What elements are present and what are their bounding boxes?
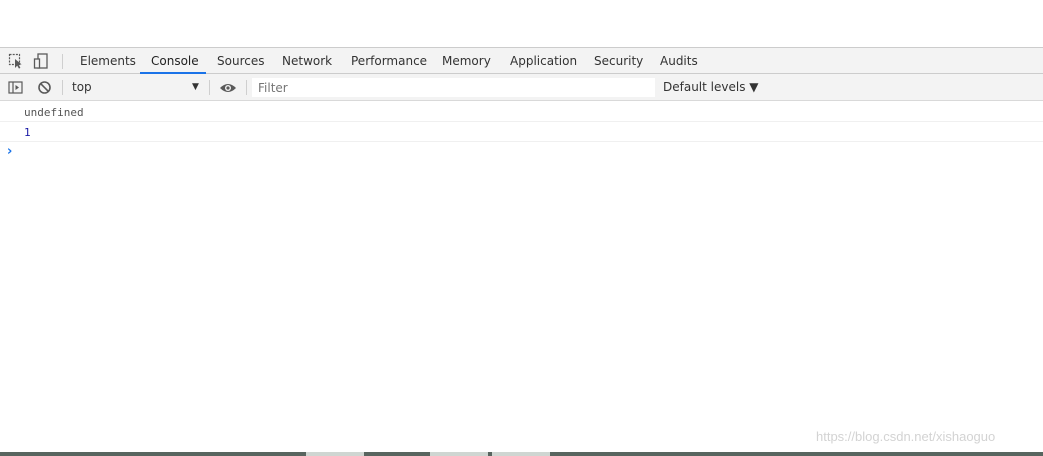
page-blank-area [0,0,1043,47]
tab-application[interactable]: Application [510,48,577,74]
console-message-text: 1 [24,126,31,139]
toolbar-divider [62,54,63,69]
execution-context-select[interactable]: top ▼ [66,74,206,100]
console-message-text: undefined [24,106,84,119]
device-toggle-icon[interactable] [33,53,49,69]
tab-security[interactable]: Security [594,48,643,74]
context-value: top [72,80,92,94]
devtools-tab-bar: Elements Console Sources Network Perform… [0,47,1043,74]
toolbar-divider [62,80,63,95]
console-prompt[interactable]: › [0,142,1043,162]
tab-elements[interactable]: Elements [80,48,136,74]
tab-console[interactable]: Console [151,48,199,74]
filter-input[interactable] [252,78,655,97]
console-message: 1 [0,122,1043,142]
tab-memory[interactable]: Memory [442,48,491,74]
toolbar-divider [209,80,210,95]
taskbar-item[interactable] [430,452,488,456]
console-message: undefined [0,102,1043,122]
tab-network[interactable]: Network [282,48,332,74]
inspect-element-icon[interactable] [8,53,24,69]
tab-sources[interactable]: Sources [217,48,264,74]
console-toolbar: top ▼ Default levels ▼ [0,74,1043,101]
taskbar-item[interactable] [306,452,364,456]
tab-performance[interactable]: Performance [351,48,427,74]
show-console-sidebar-icon[interactable] [8,80,24,96]
taskbar-item[interactable] [492,452,550,456]
live-expression-eye-icon[interactable] [219,80,236,96]
toolbar-divider [246,80,247,95]
log-levels-dropdown[interactable]: Default levels ▼ [663,74,759,100]
prompt-chevron-icon: › [7,144,13,159]
clear-console-icon[interactable] [37,80,53,96]
tab-audits[interactable]: Audits [660,48,698,74]
dropdown-arrow-icon: ▼ [192,82,199,92]
watermark: https://blog.csdn.net/xishaoguo [816,429,996,444]
